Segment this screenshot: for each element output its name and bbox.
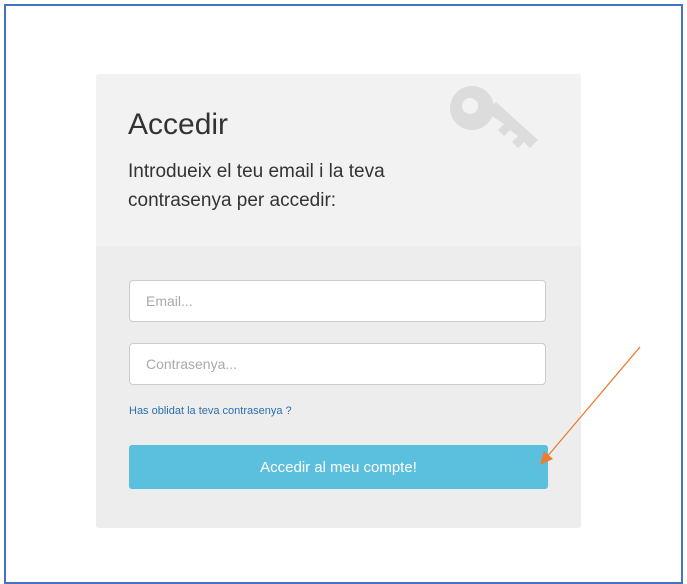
key-icon bbox=[450, 86, 538, 148]
login-subtitle: Introdueix el teu email i la teva contra… bbox=[128, 161, 385, 211]
password-field[interactable] bbox=[129, 343, 546, 385]
login-submit-button[interactable]: Accedir al meu compte! bbox=[129, 445, 548, 489]
login-card: Accedir Introdueix el teu email i la tev… bbox=[96, 74, 581, 528]
email-field[interactable] bbox=[129, 280, 546, 322]
forgot-password-link[interactable]: Has oblidat la teva contrasenya ? bbox=[129, 405, 292, 417]
login-title: Accedir bbox=[128, 108, 229, 141]
login-card-header: Accedir Introdueix el teu email i la tev… bbox=[96, 74, 581, 246]
